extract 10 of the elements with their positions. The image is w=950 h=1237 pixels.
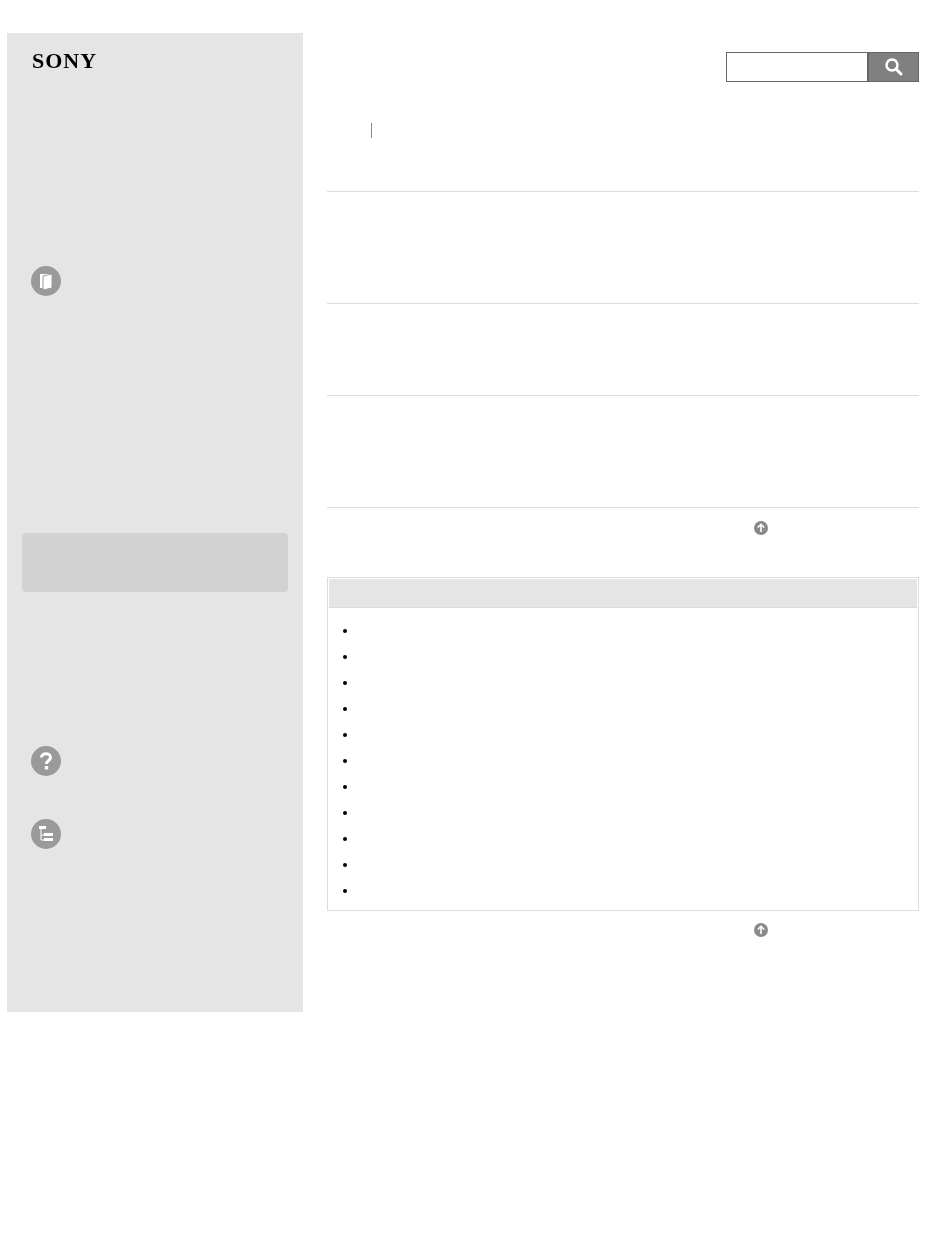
search-icon: [883, 57, 904, 77]
back-to-top-icon[interactable]: [754, 923, 768, 937]
back-to-top-icon[interactable]: [754, 521, 768, 535]
breadcrumb-separator: [371, 123, 372, 138]
search-field[interactable]: [726, 52, 868, 82]
search-button[interactable]: [868, 52, 919, 82]
help-icon[interactable]: [30, 745, 62, 777]
tree-list-icon[interactable]: [30, 818, 62, 850]
book-icon[interactable]: [30, 265, 62, 297]
brand-logo[interactable]: SONY: [32, 48, 98, 73]
